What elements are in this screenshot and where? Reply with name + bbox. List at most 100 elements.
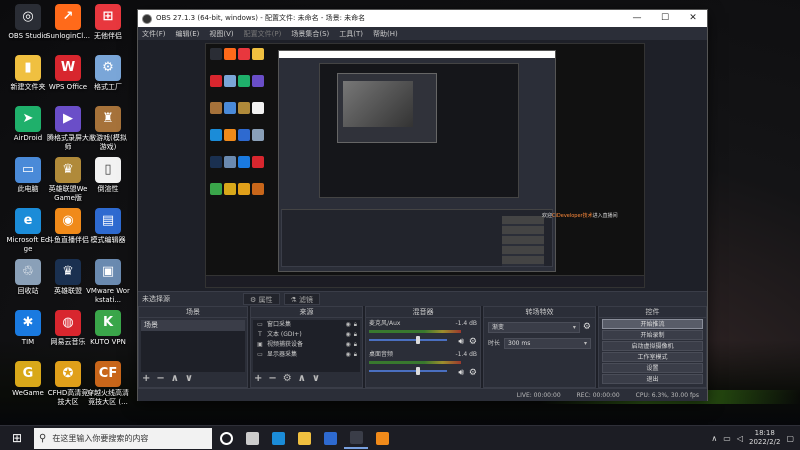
preview-icon bbox=[210, 129, 222, 141]
source-settings-button[interactable]: ⚙ bbox=[283, 373, 292, 385]
desktop-icon[interactable]: ✱ TIM bbox=[6, 310, 50, 347]
volume-slider[interactable] bbox=[369, 336, 447, 344]
speaker-icon[interactable]: 🔊︎ bbox=[458, 337, 464, 347]
speaker-icon[interactable]: ◁ bbox=[737, 434, 743, 443]
move-scene-up-button[interactable]: ∧ bbox=[171, 373, 179, 385]
gear-icon[interactable]: ⚙ bbox=[469, 368, 477, 378]
exit-button[interactable]: 退出 bbox=[602, 374, 703, 384]
lock-icon[interactable]: 🔒︎ bbox=[354, 330, 357, 340]
settings-button[interactable]: 设置 bbox=[602, 363, 703, 373]
desktop-icon-label: 斗鱼直播伴侣 bbox=[47, 236, 89, 244]
desktop-icon[interactable]: ◎ OBS Studio bbox=[6, 4, 50, 41]
scene-item[interactable]: 场景 bbox=[141, 320, 245, 331]
duration-input[interactable]: 300 ms bbox=[504, 338, 591, 349]
desktop-icon[interactable]: W WPS Office bbox=[46, 55, 90, 92]
windows-start-icon[interactable]: ⊞ bbox=[0, 426, 34, 450]
desktop-icon[interactable]: ♲ 回收站 bbox=[6, 259, 50, 296]
desktop-icon[interactable]: ♛ 英雄联盟 bbox=[46, 259, 90, 296]
move-source-down-button[interactable]: ∨ bbox=[312, 373, 320, 385]
minimize-button[interactable]: — bbox=[623, 10, 651, 27]
filters-button[interactable]: ⚗ 滤镜 bbox=[283, 292, 321, 305]
chevron-up-icon[interactable]: ∧ bbox=[711, 434, 717, 443]
eye-icon[interactable]: ◉ bbox=[346, 320, 351, 330]
start-recording-button[interactable]: 开始录制 bbox=[602, 330, 703, 340]
gear-icon[interactable]: ⚙ bbox=[583, 322, 591, 333]
app-taskbar-button[interactable] bbox=[370, 428, 394, 449]
studio-mode-button[interactable]: 工作室模式 bbox=[602, 352, 703, 362]
desktop-icon[interactable]: K KUTO VPN bbox=[86, 310, 130, 347]
system-tray: ∧ ▭ ◁ 18:18 2022/2/2 ▢ bbox=[711, 429, 800, 447]
desktop-icon[interactable]: ➤ AirDroid bbox=[6, 106, 50, 143]
desktop-icon-label: VMware Workstati... bbox=[86, 287, 130, 304]
window-title: OBS 27.1.3 (64-bit, windows) - 配置文件: 未命名… bbox=[156, 14, 366, 22]
taskbar-search[interactable]: ⚲ 在这里输入你要搜索的内容 bbox=[34, 427, 212, 449]
eye-icon[interactable]: ◉ bbox=[346, 340, 351, 350]
speaker-icon[interactable]: 🔊︎ bbox=[458, 368, 464, 378]
channel-db: -1.4 dB bbox=[455, 351, 477, 358]
desktop-icon[interactable]: ⊞ 无他伴侣 bbox=[86, 4, 130, 41]
remove-scene-button[interactable]: − bbox=[156, 373, 164, 385]
transition-select[interactable]: 渐变 bbox=[488, 322, 580, 333]
source-item[interactable]: T 文本 (GDI+) ◉ 🔒︎ bbox=[253, 330, 360, 340]
start-virtual-camera-button[interactable]: 启动虚拟摄像机 bbox=[602, 341, 703, 351]
desktop-icon[interactable]: e Microsoft Edge bbox=[6, 208, 50, 254]
desktop-icon-label: KUTO VPN bbox=[90, 338, 126, 346]
desktop-icon[interactable]: ⚙ 格式工厂 bbox=[86, 55, 130, 92]
menu-tools[interactable]: 工具(T) bbox=[339, 27, 363, 41]
desktop-icon[interactable]: ▮ 新建文件夹 bbox=[6, 55, 50, 92]
remove-source-button[interactable]: − bbox=[268, 373, 276, 385]
desktop-icon[interactable]: ↗ SunloginCl... bbox=[46, 4, 90, 41]
eye-icon[interactable]: ◉ bbox=[346, 350, 351, 360]
desktop-icon[interactable]: ▭ 此电脑 bbox=[6, 157, 50, 194]
desktop-icon[interactable]: ✪ CFHD高清竞技大区 bbox=[46, 361, 90, 407]
explorer-taskbar-button[interactable] bbox=[292, 428, 316, 449]
desktop-icon[interactable]: ◉ 斗鱼直播伴侣 bbox=[46, 208, 90, 245]
menu-help[interactable]: 帮助(H) bbox=[373, 27, 398, 41]
move-scene-down-button[interactable]: ∨ bbox=[185, 373, 193, 385]
lock-icon[interactable]: 🔒︎ bbox=[354, 350, 357, 360]
notification-icon[interactable]: ▢ bbox=[786, 434, 794, 443]
lock-icon[interactable]: 🔒︎ bbox=[354, 320, 357, 330]
desktop-icon[interactable]: CF 穿越火线高清竞技大区 (... bbox=[86, 361, 130, 407]
close-button[interactable]: ✕ bbox=[679, 10, 707, 27]
preview-icon bbox=[224, 48, 236, 60]
desktop-icon[interactable]: ◍ 网易云音乐 bbox=[46, 310, 90, 347]
task-view-taskbar-button[interactable] bbox=[240, 428, 264, 449]
lock-icon[interactable]: 🔒︎ bbox=[354, 340, 357, 350]
preview-icon bbox=[224, 102, 236, 114]
maximize-button[interactable]: ☐ bbox=[651, 10, 679, 27]
clock[interactable]: 18:18 2022/2/2 bbox=[749, 429, 780, 447]
move-source-up-button[interactable]: ∧ bbox=[298, 373, 306, 385]
source-item[interactable]: ▭ 显示器采集 ◉ 🔒︎ bbox=[253, 350, 360, 360]
desktop-icon[interactable]: ♛ 英雄联盟WeGame版 bbox=[46, 157, 90, 203]
network-icon[interactable]: ▭ bbox=[723, 434, 731, 443]
preview-canvas[interactable] bbox=[205, 43, 645, 288]
app-icon: ♲ bbox=[15, 259, 41, 285]
menu-profile[interactable]: 配置文件(P) bbox=[244, 27, 282, 41]
no-source-label: 未选择源 bbox=[142, 294, 170, 303]
menu-edit[interactable]: 编辑(E) bbox=[176, 27, 200, 41]
source-name: 显示器采集 bbox=[267, 351, 298, 358]
gear-icon[interactable]: ⚙ bbox=[469, 337, 477, 347]
source-item[interactable]: ▭ 窗口采集 ◉ 🔒︎ bbox=[253, 320, 360, 330]
store-taskbar-button[interactable] bbox=[318, 428, 342, 449]
desktop-icon[interactable]: ▯ 倒渲性 bbox=[86, 157, 130, 194]
menu-view[interactable]: 视图(V) bbox=[209, 27, 233, 41]
start-streaming-button[interactable]: 开始推流 bbox=[602, 319, 703, 329]
volume-slider[interactable] bbox=[369, 367, 447, 375]
desktop-icon[interactable]: G WeGame bbox=[6, 361, 50, 398]
desktop-icon[interactable]: ▶ 腾格式录屏大师 bbox=[46, 106, 90, 152]
obs-taskbar-button[interactable] bbox=[344, 428, 368, 449]
edge-taskbar-button[interactable] bbox=[266, 428, 290, 449]
add-source-button[interactable]: + bbox=[254, 373, 262, 385]
eye-icon[interactable]: ◉ bbox=[346, 330, 351, 340]
desktop-icon[interactable]: ▣ VMware Workstati... bbox=[86, 259, 130, 305]
add-scene-button[interactable]: + bbox=[142, 373, 150, 385]
desktop-icon[interactable]: ▤ 模式编辑器 bbox=[86, 208, 130, 245]
menu-file[interactable]: 文件(F) bbox=[142, 27, 166, 41]
source-item[interactable]: ▣ 视频捕获设备 ◉ 🔒︎ bbox=[253, 340, 360, 350]
cortana-taskbar-button[interactable] bbox=[214, 428, 238, 449]
desktop-icon[interactable]: ♜ 敝游戏(模拟游戏) bbox=[86, 106, 130, 152]
menu-scene-collection[interactable]: 场景集合(S) bbox=[291, 27, 329, 41]
properties-button[interactable]: ⚙ 属性 bbox=[243, 292, 280, 305]
